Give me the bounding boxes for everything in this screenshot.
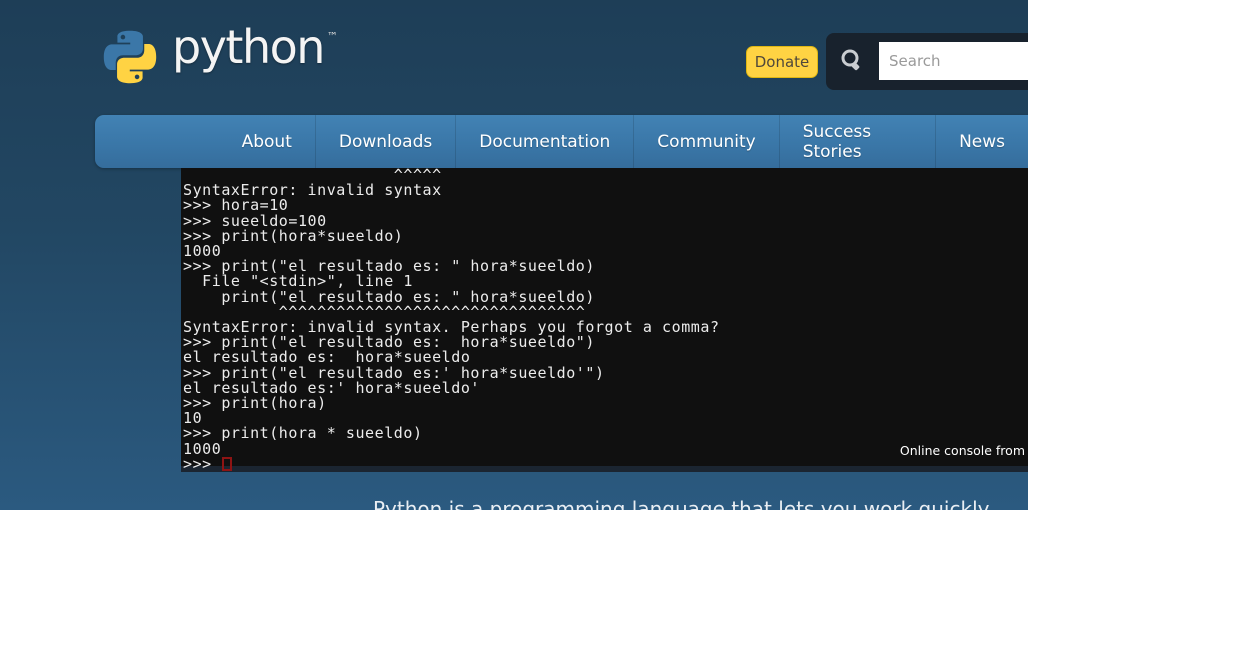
python-logo[interactable]: python ™ — [100, 24, 338, 90]
nav-item-news[interactable]: News — [935, 115, 1028, 168]
nav-item-success-stories[interactable]: Success Stories — [779, 115, 935, 168]
search-icon[interactable] — [837, 46, 869, 78]
logo-trademark: ™ — [327, 30, 338, 43]
nav-item-documentation[interactable]: Documentation — [455, 115, 633, 168]
nav-item-community[interactable]: Community — [633, 115, 778, 168]
nav-item-downloads[interactable]: Downloads — [315, 115, 455, 168]
search-panel — [826, 33, 1028, 90]
site-tagline: Python is a programming language that le… — [373, 497, 989, 510]
nav-item-about[interactable]: About — [219, 115, 315, 168]
search-input[interactable] — [879, 42, 1028, 80]
browser-viewport: python ™ Donate About Downloads Document… — [0, 0, 1028, 510]
console-input-line[interactable]: >>> — [181, 457, 1028, 472]
main-navigation: About Downloads Documentation Community … — [95, 115, 1028, 168]
console-cursor — [222, 457, 232, 471]
python-console[interactable]: ^^^^^ SyntaxError: invalid syntax >>> ho… — [181, 168, 1028, 472]
console-attribution: Online console from — [900, 443, 1025, 458]
python-logo-icon — [100, 24, 160, 90]
console-output: ^^^^^ SyntaxError: invalid syntax >>> ho… — [181, 168, 1028, 457]
nav-spacer — [95, 115, 219, 168]
logo-wordmark: python — [172, 20, 324, 74]
console-prompt: >>> — [183, 457, 221, 472]
donate-button[interactable]: Donate — [746, 46, 818, 78]
